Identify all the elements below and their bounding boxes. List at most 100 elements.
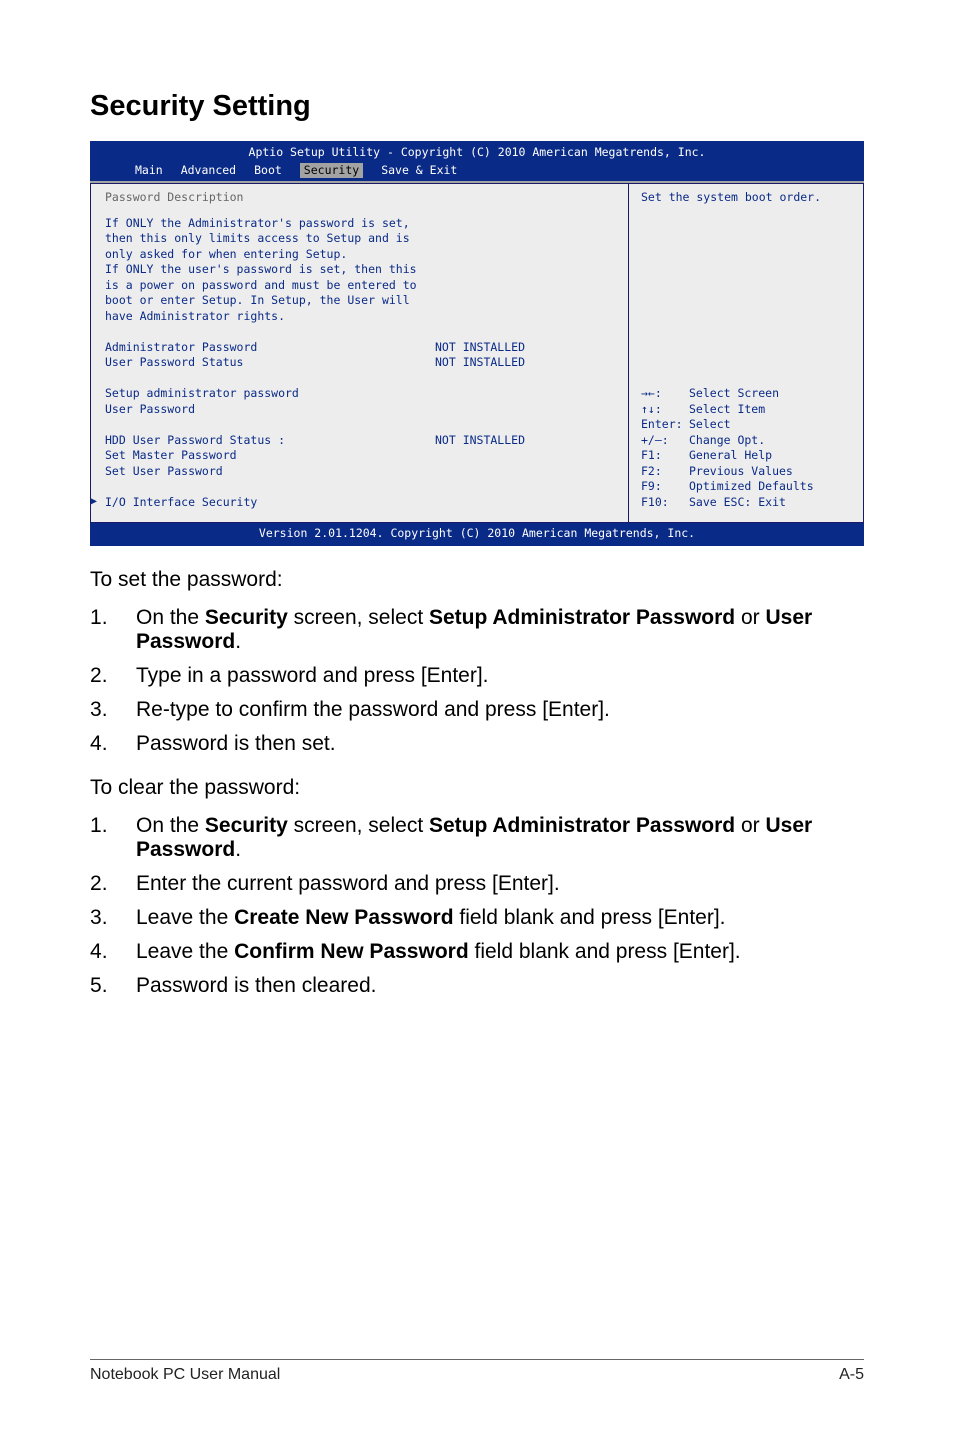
- bios-help-key: +/—:: [641, 433, 689, 449]
- text: screen, select: [288, 814, 429, 837]
- bios-help-row: +/—: Change Opt.: [641, 433, 853, 449]
- step-2: Enter the current password and press [En…: [90, 872, 864, 896]
- text: Leave the: [136, 906, 234, 929]
- text: field blank and press [Enter].: [454, 906, 726, 929]
- bold-text: Create New Password: [234, 906, 453, 929]
- text: Type in a password and press [Enter].: [136, 664, 864, 688]
- step-4: Leave the Confirm New Password field bla…: [90, 940, 864, 964]
- bold-text: Security: [205, 606, 288, 629]
- bios-section-title: Password Description: [105, 190, 614, 206]
- bios-help-row: F2: Previous Values: [641, 464, 853, 480]
- text: .: [235, 630, 241, 653]
- bold-text: Confirm New Password: [234, 940, 469, 963]
- set-pw-steps: On the Security screen, select Setup Adm…: [90, 606, 864, 756]
- bios-link-set-user-pw: Set User Password: [105, 464, 614, 480]
- step-3: Leave the Create New Password field blan…: [90, 906, 864, 930]
- bios-right-pane: Set the system boot order. →←: Select Sc…: [629, 183, 864, 523]
- bios-help-row: F9: Optimized Defaults: [641, 479, 853, 495]
- text: Re-type to confirm the password and pres…: [136, 698, 864, 722]
- text: Password is then cleared.: [136, 974, 864, 998]
- bios-help-key: F2:: [641, 464, 689, 480]
- bios-screenshot: Aptio Setup Utility - Copyright (C) 2010…: [90, 141, 864, 546]
- step-3: Re-type to confirm the password and pres…: [90, 698, 864, 722]
- bios-desc-line: If ONLY the Administrator's password is …: [105, 216, 614, 232]
- bios-help-text: Save ESC: Exit: [689, 495, 786, 511]
- bios-help-text: Select Screen: [689, 386, 779, 402]
- bios-tab-advanced: Advanced: [181, 163, 236, 179]
- bios-help-text: Optimized Defaults: [689, 479, 814, 495]
- bios-desc-line: then this only limits access to Setup an…: [105, 231, 614, 247]
- bios-row-hdd-user-pw: HDD User Password Status : NOT INSTALLED: [105, 433, 614, 449]
- bios-help-block: →←: Select Screen ↑↓: Select Item Enter:…: [641, 386, 853, 510]
- section-heading: Security Setting: [90, 90, 864, 123]
- bios-left-pane: Password Description If ONLY the Adminis…: [90, 183, 629, 523]
- bios-desc-line: If ONLY the user's password is set, then…: [105, 262, 614, 278]
- bios-tab-row: Main Advanced Boot Security Save & Exit: [90, 163, 864, 182]
- step-5: Password is then cleared.: [90, 974, 864, 998]
- bios-help-row: ↑↓: Select Item: [641, 402, 853, 418]
- step-1: On the Security screen, select Setup Adm…: [90, 606, 864, 654]
- bios-label: User Password Status: [105, 355, 435, 371]
- clear-pw-intro: To clear the password:: [90, 776, 864, 800]
- text: or: [735, 814, 765, 837]
- bios-help-text: Select: [689, 417, 731, 433]
- bios-tab-save-exit: Save & Exit: [381, 163, 457, 179]
- bios-row-admin-pw: Administrator Password NOT INSTALLED: [105, 340, 614, 356]
- bios-help-row: Enter: Select: [641, 417, 853, 433]
- set-password-section: To set the password: On the Security scr…: [90, 568, 864, 998]
- text: Leave the: [136, 940, 234, 963]
- step-2: Type in a password and press [Enter].: [90, 664, 864, 688]
- bios-footer: Version 2.01.1204. Copyright (C) 2010 Am…: [90, 523, 864, 546]
- set-pw-intro: To set the password:: [90, 568, 864, 592]
- text: field blank and press [Enter].: [469, 940, 741, 963]
- bios-tab-boot: Boot: [254, 163, 282, 179]
- bios-desc-line: only asked for when entering Setup.: [105, 247, 614, 263]
- bold-text: Security: [205, 814, 288, 837]
- bios-desc-line: is a power on password and must be enter…: [105, 278, 614, 294]
- bios-body: Password Description If ONLY the Adminis…: [90, 181, 864, 523]
- bios-desc-line: boot or enter Setup. In Setup, the User …: [105, 293, 614, 309]
- bios-help-key: F1:: [641, 448, 689, 464]
- text: Enter the current password and press [En…: [136, 872, 864, 896]
- bios-tab-main: Main: [135, 163, 163, 179]
- footer-left: Notebook PC User Manual: [90, 1366, 280, 1384]
- bios-help-row: F10: Save ESC: Exit: [641, 495, 853, 511]
- text: .: [235, 838, 241, 861]
- bios-link-setup-admin-pw: Setup administrator password: [105, 386, 614, 402]
- bios-help-key: →←:: [641, 386, 689, 402]
- bios-link-set-master-pw: Set Master Password: [105, 448, 614, 464]
- bios-help-key: F10:: [641, 495, 689, 511]
- text: On the: [136, 814, 205, 837]
- bios-help-key: Enter:: [641, 417, 689, 433]
- bios-help-key: F9:: [641, 479, 689, 495]
- footer-right: A-5: [839, 1366, 864, 1384]
- clear-pw-steps: On the Security screen, select Setup Adm…: [90, 814, 864, 998]
- bios-help-text: Previous Values: [689, 464, 793, 480]
- bios-description: If ONLY the Administrator's password is …: [105, 216, 614, 325]
- bios-help-text: Change Opt.: [689, 433, 765, 449]
- bios-right-hint: Set the system boot order.: [641, 190, 853, 206]
- text: screen, select: [288, 606, 429, 629]
- bios-header: Aptio Setup Utility - Copyright (C) 2010…: [90, 141, 864, 181]
- text: or: [735, 606, 765, 629]
- bold-text: Setup Administrator Password: [429, 814, 735, 837]
- text: On the: [136, 606, 205, 629]
- bios-label: Administrator Password: [105, 340, 435, 356]
- bios-value: NOT INSTALLED: [435, 340, 525, 356]
- bios-value: NOT INSTALLED: [435, 355, 525, 371]
- bios-help-key: ↑↓:: [641, 402, 689, 418]
- page-footer: Notebook PC User Manual A-5: [90, 1359, 864, 1384]
- bios-title: Aptio Setup Utility - Copyright (C) 2010…: [90, 143, 864, 163]
- bios-help-row: →←: Select Screen: [641, 386, 853, 402]
- bios-help-row: F1: General Help: [641, 448, 853, 464]
- step-1: On the Security screen, select Setup Adm…: [90, 814, 864, 862]
- bold-text: Setup Administrator Password: [429, 606, 735, 629]
- bios-link-io-security: I/O Interface Security: [105, 495, 614, 511]
- bios-row-user-pw-status: User Password Status NOT INSTALLED: [105, 355, 614, 371]
- bios-tab-security: Security: [300, 163, 363, 179]
- bios-desc-line: have Administrator rights.: [105, 309, 614, 325]
- bios-label: HDD User Password Status :: [105, 433, 435, 449]
- bios-help-text: Select Item: [689, 402, 765, 418]
- bios-value: NOT INSTALLED: [435, 433, 525, 449]
- bios-help-text: General Help: [689, 448, 772, 464]
